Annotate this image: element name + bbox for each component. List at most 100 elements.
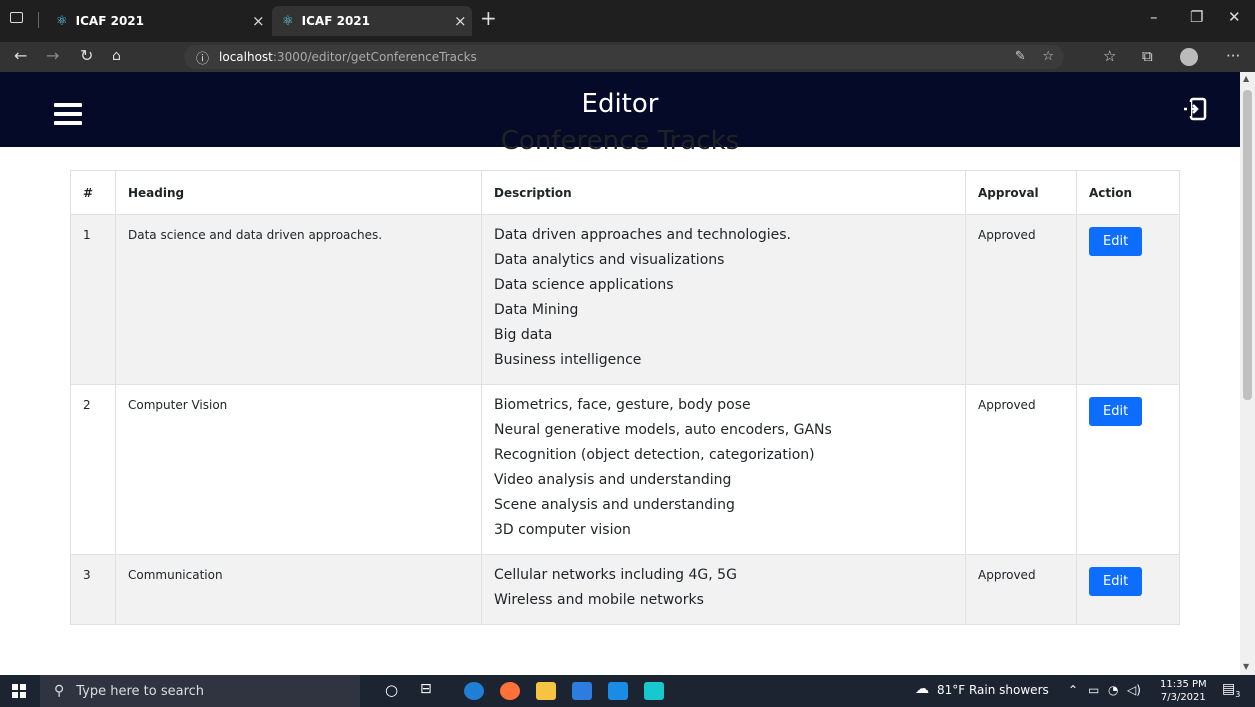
column-header-description: Description xyxy=(481,170,966,215)
scrollbar-thumb[interactable] xyxy=(1243,90,1252,400)
scroll-down-icon[interactable]: ▼ xyxy=(1243,662,1249,671)
row-action: Edit xyxy=(1076,554,1180,625)
browser-tab-strip: ⚛ ICAF 2021 × ⚛ ICAF 2021 × + – ❐ ✕ xyxy=(0,0,1255,42)
description-line: 3D computer vision xyxy=(494,522,631,538)
description-line: Cellular networks including 4G, 5G xyxy=(494,567,737,583)
store-icon[interactable] xyxy=(572,682,592,700)
show-hidden-icons-icon[interactable]: ⌃ xyxy=(1068,683,1078,697)
description-line: Recognition (object detection, categoriz… xyxy=(494,447,815,463)
notifications-icon[interactable]: ▤3 xyxy=(1222,681,1240,699)
row-action: Edit xyxy=(1076,384,1180,555)
description-line: Data analytics and visualizations xyxy=(494,252,725,268)
tab-actions-icon[interactable] xyxy=(10,12,23,23)
row-description: Cellular networks including 4G, 5G Wirel… xyxy=(481,554,966,625)
row-description: Biometrics, face, gesture, body pose Neu… xyxy=(481,384,966,555)
table-row: 2 Computer Vision Biometrics, face, gest… xyxy=(70,384,1180,555)
task-view-icon[interactable]: ⊟ xyxy=(420,681,432,697)
description-line: Biometrics, face, gesture, body pose xyxy=(494,397,751,413)
description-line: Scene analysis and understanding xyxy=(494,497,735,513)
clock-time: 11:35 PM xyxy=(1160,679,1207,690)
favorites-icon[interactable]: ☆ xyxy=(1103,47,1116,65)
edit-button[interactable]: Edit xyxy=(1089,397,1143,426)
description-line: Data science applications xyxy=(494,277,674,293)
tab-title: ICAF 2021 xyxy=(75,14,144,28)
notification-count: 3 xyxy=(1235,689,1241,699)
description-line: Data driven approaches and technologies. xyxy=(494,227,791,243)
row-approval: Approved xyxy=(965,384,1077,555)
row-description: Data driven approaches and technologies.… xyxy=(481,214,966,385)
firefox-icon[interactable] xyxy=(500,682,520,700)
row-heading: Computer Vision xyxy=(115,384,482,555)
description-line: Video analysis and understanding xyxy=(494,472,732,488)
windows-taskbar: ⚲ Type here to search ○ ⊟ ☁ 81°F Rain sh… xyxy=(0,675,1255,707)
home-icon[interactable]: ⌂ xyxy=(112,48,121,64)
tab-title: ICAF 2021 xyxy=(301,14,370,28)
search-placeholder: Type here to search xyxy=(76,683,205,699)
row-heading: Communication xyxy=(115,554,482,625)
react-icon: ⚛ xyxy=(56,13,68,29)
browser-tab-2[interactable]: ⚛ ICAF 2021 × xyxy=(272,6,472,36)
column-header-number: # xyxy=(70,170,116,215)
column-header-heading: Heading xyxy=(115,170,482,215)
url-path: :3000/editor/getConferenceTracks xyxy=(272,50,477,64)
close-window-icon[interactable]: ✕ xyxy=(1228,8,1241,26)
row-number: 1 xyxy=(70,214,116,385)
description-line: Big data xyxy=(494,327,553,343)
taskbar-search[interactable]: ⚲ Type here to search xyxy=(40,675,360,707)
column-header-approval: Approval xyxy=(965,170,1077,215)
cortana-icon[interactable]: ○ xyxy=(385,681,398,699)
row-number: 3 xyxy=(70,554,116,625)
minimize-icon[interactable]: – xyxy=(1150,8,1158,26)
edge-icon[interactable] xyxy=(464,682,484,700)
mail-icon[interactable] xyxy=(608,682,628,700)
description-line: Business intelligence xyxy=(494,352,642,368)
table-header-row: # Heading Description Approval Action xyxy=(70,170,1180,215)
battery-icon[interactable]: ▭ xyxy=(1088,683,1099,697)
collections-icon[interactable]: ⧉ xyxy=(1142,47,1153,65)
weather-icon: ☁ xyxy=(915,681,929,697)
forward-icon[interactable]: → xyxy=(46,46,59,65)
read-aloud-icon[interactable]: ✎ ☆ xyxy=(1015,49,1054,64)
close-tab-icon[interactable]: × xyxy=(252,12,265,30)
taskbar-clock[interactable]: 11:35 PM 7/3/2021 xyxy=(1160,678,1207,704)
volume-icon[interactable]: ◁) xyxy=(1127,683,1141,697)
profile-avatar[interactable] xyxy=(1180,48,1198,66)
more-icon[interactable]: ··· xyxy=(1226,47,1240,65)
react-icon: ⚛ xyxy=(282,13,294,29)
address-bar[interactable]: ⓘ localhost :3000/editor/getConferenceTr… xyxy=(184,45,1064,69)
scroll-up-icon[interactable]: ▲ xyxy=(1243,74,1249,83)
description-line: Neural generative models, auto encoders,… xyxy=(494,422,832,438)
logout-icon[interactable] xyxy=(1182,96,1208,126)
app-title: Editor xyxy=(581,89,659,119)
row-number: 2 xyxy=(70,384,116,555)
restore-icon[interactable]: ❐ xyxy=(1190,8,1203,26)
refresh-icon[interactable]: ↻ xyxy=(80,46,93,65)
edit-button[interactable]: Edit xyxy=(1089,567,1143,596)
column-header-action: Action xyxy=(1076,170,1180,215)
row-approval: Approved xyxy=(965,214,1077,385)
page-scrollbar[interactable]: ▲ ▼ xyxy=(1240,72,1255,675)
url-host: localhost xyxy=(219,50,273,64)
tab-strip-divider xyxy=(38,12,39,28)
description-line: Data Mining xyxy=(494,302,579,318)
back-icon[interactable]: ← xyxy=(14,46,27,65)
new-tab-icon[interactable]: + xyxy=(480,6,497,30)
table-row: 1 Data science and data driven approache… xyxy=(70,214,1180,385)
browser-tab-1[interactable]: ⚛ ICAF 2021 × xyxy=(56,8,270,34)
edit-button[interactable]: Edit xyxy=(1089,227,1143,256)
table-row: 3 Communication Cellular networks includ… xyxy=(70,554,1180,625)
row-heading: Data science and data driven approaches. xyxy=(115,214,482,385)
network-icon[interactable]: ◔ xyxy=(1108,683,1118,697)
webstorm-icon[interactable] xyxy=(644,682,664,700)
conference-tracks-table: # Heading Description Approval Action 1 … xyxy=(70,170,1180,625)
description-line: Wireless and mobile networks xyxy=(494,592,704,608)
file-explorer-icon[interactable] xyxy=(536,682,556,700)
row-approval: Approved xyxy=(965,554,1077,625)
search-icon: ⚲ xyxy=(54,683,65,699)
weather-text[interactable]: 81°F Rain showers xyxy=(937,683,1049,697)
close-tab-icon[interactable]: × xyxy=(454,12,467,30)
row-action: Edit xyxy=(1076,214,1180,385)
windows-start-icon[interactable] xyxy=(12,684,26,698)
browser-toolbar: ← → ↻ ⌂ ⓘ localhost :3000/editor/getConf… xyxy=(0,42,1255,72)
site-info-icon[interactable]: ⓘ xyxy=(196,48,209,67)
